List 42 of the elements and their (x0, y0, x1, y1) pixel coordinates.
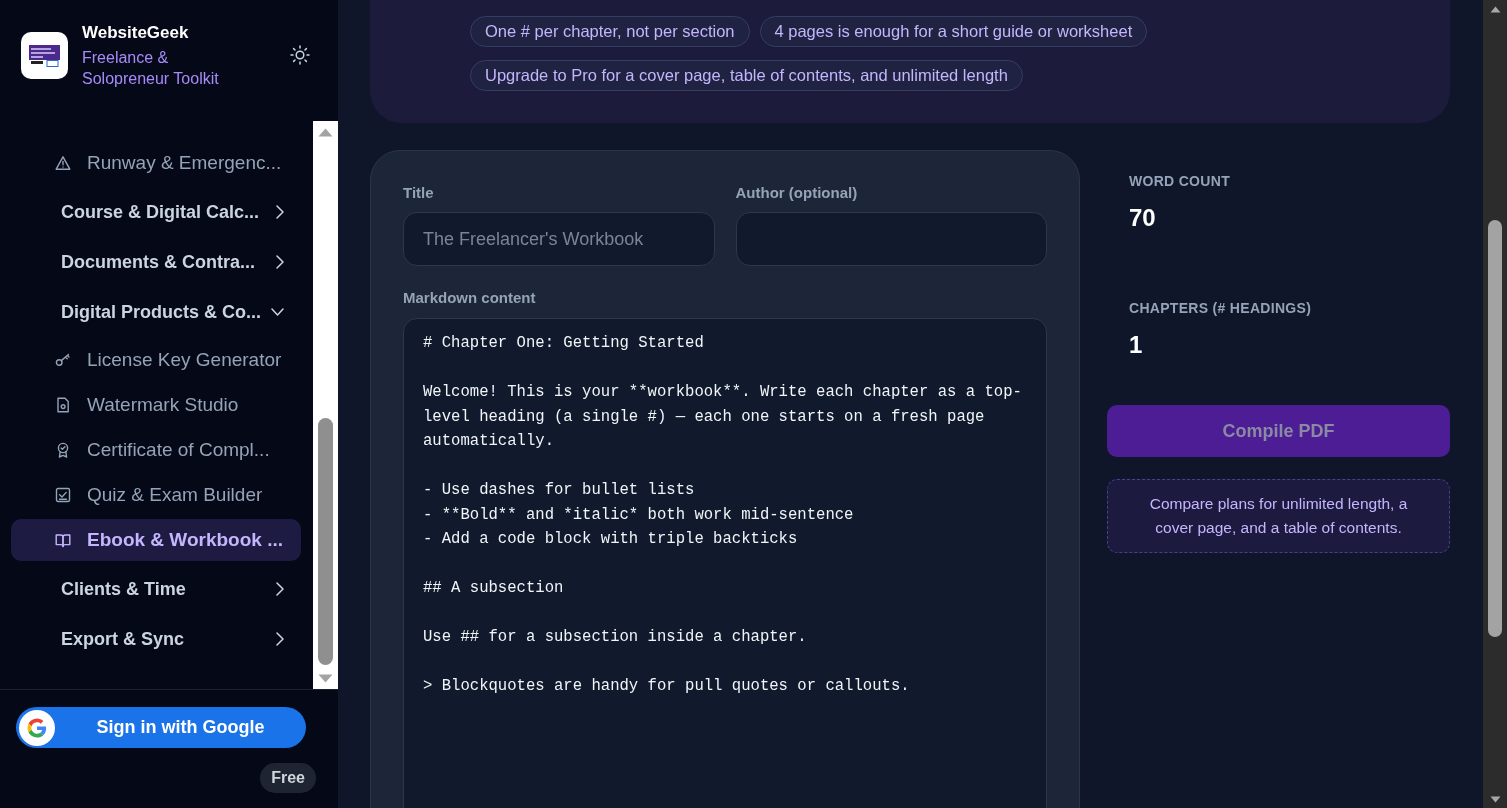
warning-icon (55, 155, 71, 171)
checkbox-icon (55, 487, 71, 503)
tip-chip: Upgrade to Pro for a cover page, table of contents, and unlimited length (470, 60, 1023, 91)
nav-group-item[interactable]: Clients & Time (0, 564, 313, 614)
nav-group-item[interactable]: Digital Products & Co... (0, 287, 313, 337)
nav-item[interactable]: Certificate of Compl... (11, 429, 301, 471)
field-label: Author (optional) (735, 184, 859, 202)
award-icon (55, 442, 71, 458)
app-logo-icon (21, 31, 68, 79)
stat-value: 1 (1129, 331, 1144, 359)
stat-label: CHAPTERS (# HEADINGS) (1129, 299, 1313, 317)
nav-item[interactable]: License Key Generator (11, 339, 301, 381)
brand-name: WebsiteGeek (82, 21, 190, 44)
plan-badge: Free (260, 763, 316, 793)
sign-in-button[interactable]: Sign in with Google (16, 707, 306, 748)
markdown-editor[interactable]: # Chapter One: Getting Started Welcome! This is your **workbook**. Write each chapter as a top-level heading (a single #) — each one starts on a fresh page automatically. - Use dashes for bullet lists - **Bold** and *italic* both work mid-sentence - Add a code block with triple backticks ## A subsection Use ## for a subsection inside a chapter. > Blockquotes are handy for pull quotes or callouts. (403, 318, 1047, 808)
nav-item[interactable]: Watermark Studio (11, 384, 301, 426)
stat-value: 70 (1129, 204, 1157, 232)
nav-item[interactable]: Runway & Emergenc... (11, 142, 301, 184)
scrollbar-thumb[interactable] (318, 418, 333, 665)
nav-group-item[interactable]: Documents & Contra... (0, 237, 313, 287)
arrow-up-icon[interactable] (1489, 6, 1501, 13)
arrow-down-icon[interactable] (1489, 796, 1501, 803)
scrollbar-thumb[interactable] (1488, 220, 1502, 637)
field-label: Markdown content (403, 289, 537, 307)
stat-label: WORD COUNT (1129, 172, 1231, 190)
sun-icon (290, 45, 310, 65)
nav-group-item[interactable]: Course & Digital Calc... (0, 187, 313, 237)
file-icon (55, 397, 71, 413)
g-logo-icon (19, 709, 55, 746)
nav-group-item[interactable]: Export & Sync (0, 614, 313, 664)
key-icon (55, 352, 71, 368)
title-field[interactable]: The Freelancer's Workbook (403, 212, 715, 266)
brand-tagline: Freelance & Solopreneur Toolkit (82, 47, 220, 89)
nav-item[interactable]: Ebook & Workbook ... (11, 519, 301, 561)
compare-plans-note[interactable]: Compare plans for unlimited length, a cover page, and a table of contents. (1107, 479, 1450, 553)
author-field[interactable] (735, 212, 1047, 266)
tip-chip: 4 pages is enough for a short guide or worksheet (759, 16, 1148, 47)
nav-item[interactable]: Quiz & Exam Builder (11, 474, 301, 516)
book-icon (55, 532, 71, 548)
tip-chip: One # per chapter, not per section (470, 16, 750, 47)
field-label: Title (403, 184, 435, 202)
